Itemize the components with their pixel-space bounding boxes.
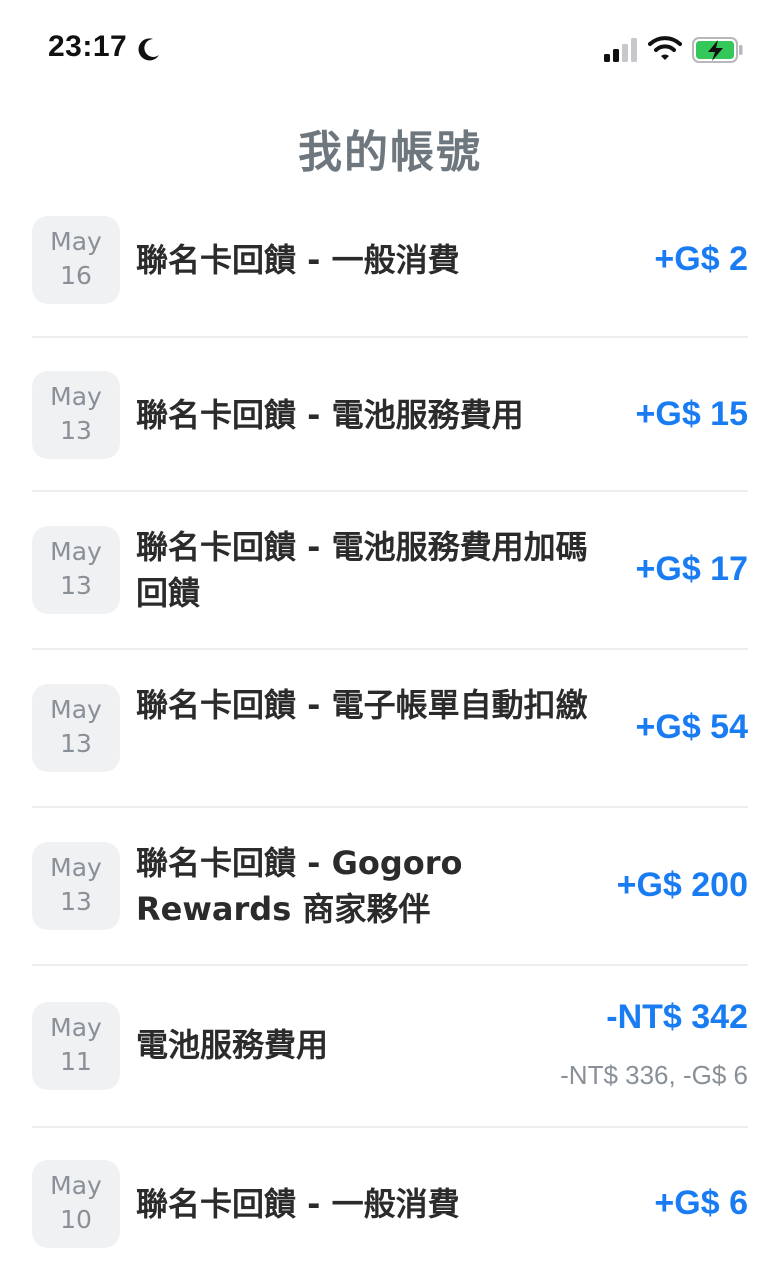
date-badge: May 10 [32,1160,120,1248]
date-badge: May 13 [32,371,120,459]
moon-icon [138,38,159,61]
transaction-amount: +G$ 15 [635,395,748,433]
transaction-row[interactable]: May 16 聯名卡回饋 - 一般消費 +G$ 2 [32,182,748,338]
page-title: 我的帳號 [298,127,482,178]
date-month: May [50,695,102,724]
date-day: 13 [60,416,92,445]
status-bar: 23:17 [0,0,780,100]
date-badge: May 13 [32,526,120,614]
battery-charging-icon [692,37,743,63]
transaction-row[interactable]: May 13 聯名卡回饋 - Gogoro Rewards 商家夥伴 +G$ 2… [32,808,748,966]
cellular-signal-icon [604,38,637,62]
transaction-description: 聯名卡回饋 - 一般消費 [136,1185,460,1223]
transaction-description: 聯名卡回饋 - 電子帳單自動扣繳 [136,686,588,724]
transaction-breakdown: -NT$ 336, -G$ 6 [560,1060,748,1090]
date-month: May [50,227,102,256]
transaction-row[interactable]: May 10 聯名卡回饋 - 一般消費 +G$ 6 [32,1128,748,1280]
status-time: 23:17 [48,30,128,63]
date-day: 11 [60,1047,92,1076]
date-day: 13 [60,729,92,758]
transaction-row[interactable]: May 13 聯名卡回饋 - 電池服務費用加碼回饋 +G$ 17 [32,492,748,650]
transaction-amount: +G$ 200 [616,866,748,904]
transaction-description: 聯名卡回饋 - 一般消費 [136,241,460,279]
date-day: 10 [60,1205,92,1234]
transaction-amount: +G$ 17 [635,550,748,588]
date-month: May [50,382,102,411]
transaction-row[interactable]: May 11 電池服務費用 -NT$ 342 -NT$ 336, -G$ 6 [32,966,748,1128]
date-day: 13 [60,571,92,600]
transaction-row[interactable]: May 13 聯名卡回饋 - 電子帳單自動扣繳 +G$ 54 [32,650,748,808]
transaction-description: 聯名卡回饋 - 電池服務費用 [136,396,524,434]
transaction-amount: -NT$ 342 [606,998,748,1036]
transaction-row[interactable]: May 13 聯名卡回饋 - 電池服務費用 +G$ 15 [32,338,748,492]
date-month: May [50,537,102,566]
date-badge: May 13 [32,684,120,772]
transaction-amount: +G$ 2 [654,240,748,278]
transaction-description: 聯名卡回饋 - 電池服務費用加碼回饋 [136,528,588,612]
transaction-amount: +G$ 54 [635,708,748,746]
date-badge: May 11 [32,1002,120,1090]
transaction-description: 電池服務費用 [136,1026,329,1064]
wifi-icon [648,36,682,60]
transaction-description: 聯名卡回饋 - Gogoro Rewards 商家夥伴 [136,844,463,928]
date-month: May [50,1171,102,1200]
transaction-list: May 16 聯名卡回饋 - 一般消費 +G$ 2 May 13 聯名卡回饋 -… [32,182,748,1280]
date-month: May [50,1013,102,1042]
date-day: 16 [60,261,92,290]
date-day: 13 [60,887,92,916]
transaction-amount: +G$ 6 [654,1184,748,1222]
date-badge: May 16 [32,216,120,304]
date-month: May [50,853,102,882]
date-badge: May 13 [32,842,120,930]
